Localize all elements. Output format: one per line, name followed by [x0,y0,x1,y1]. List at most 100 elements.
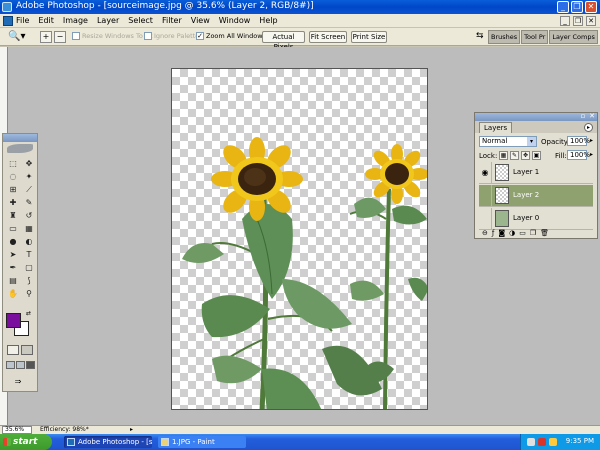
eyedropper-icon[interactable]: ⟆ [22,275,36,287]
fill-slider-arrow-icon[interactable]: ▸ [588,150,595,160]
palette-minimize-button[interactable]: ▫ [579,113,587,121]
layer-visibility-toggle[interactable]: ◉ [479,162,492,184]
delete-layer-icon[interactable]: 🗑 [540,228,549,238]
link-layers-icon[interactable]: ⊖ [482,228,488,238]
dodge-icon[interactable]: ◐ [22,236,36,248]
actual-pixels-button[interactable]: Actual Pixels [262,31,305,51]
tray-security-icon[interactable] [538,438,546,446]
tray-volume-icon[interactable] [549,438,557,446]
restore-button[interactable]: ❐ [571,1,583,13]
type-icon[interactable]: T [22,249,36,261]
feather-logo-icon[interactable] [7,144,33,153]
menu-filter[interactable]: Filter [162,16,182,25]
path-selection-icon[interactable]: ➤ [6,249,20,261]
opacity-slider-arrow-icon[interactable]: ▸ [588,136,595,146]
opacity-field[interactable]: 100% [567,136,590,146]
status-menu-arrow-icon[interactable]: ▸ [130,426,133,433]
menu-edit[interactable]: Edit [38,16,54,25]
layer-row-layer-1[interactable]: ◉ Layer 1 [479,162,593,184]
palette-close-button[interactable]: ✕ [588,113,596,121]
new-group-icon[interactable]: ▭ [519,228,526,238]
document-icon[interactable] [3,16,13,26]
start-button[interactable]: start [0,434,52,450]
menu-image[interactable]: Image [63,16,88,25]
standard-screen-mode-icon[interactable] [6,361,15,369]
layer-visibility-toggle[interactable] [479,208,492,230]
menu-select[interactable]: Select [128,16,153,25]
zoom-out-icon[interactable]: − [54,31,66,43]
palette-menu-icon[interactable]: ▸ [584,123,593,132]
magic-wand-icon[interactable]: ✦ [22,171,36,183]
resize-windows-checkbox[interactable]: Resize Windows To Fit [72,32,153,40]
minimize-button[interactable]: _ [557,1,569,13]
layer-visibility-toggle[interactable] [479,185,492,207]
taskbar-item-paint[interactable]: 1.JPG - Paint [158,436,246,448]
chevron-down-icon[interactable]: ▾ [527,137,536,146]
new-layer-icon[interactable]: ❐ [530,228,536,238]
layer-comps-tab[interactable]: Layer Comps [549,30,598,44]
zoom-level-field[interactable]: 35.6% [2,426,32,434]
close-button[interactable]: ✕ [585,1,597,13]
full-screen-menu-mode-icon[interactable] [16,361,25,369]
slice-icon[interactable]: ⟋ [22,184,36,196]
brush-icon[interactable]: ✎ [22,197,36,209]
resize-windows-box[interactable] [72,32,80,40]
layer-mask-icon[interactable]: ◙ [498,228,505,238]
healing-brush-icon[interactable]: ✚ [6,197,20,209]
document-canvas[interactable] [171,68,428,410]
eraser-icon[interactable]: ▭ [6,223,20,235]
lock-image-icon[interactable]: ✎ [510,151,519,160]
photoshop-app-icon[interactable] [2,2,12,12]
pen-icon[interactable]: ✒ [6,262,20,274]
layer-style-icon[interactable]: ƒ [492,228,494,238]
ignore-palettes-box[interactable] [144,32,152,40]
shape-icon[interactable]: ▢ [22,262,36,274]
menu-layer[interactable]: Layer [97,16,119,25]
history-brush-icon[interactable]: ↺ [22,210,36,222]
lock-transparency-icon[interactable]: ▦ [499,151,508,160]
taskbar-item-photoshop[interactable]: Adobe Photoshop - [s... [64,436,152,448]
blur-icon[interactable]: ● [6,236,20,248]
crop-icon[interactable]: ⊞ [6,184,20,196]
menu-view[interactable]: View [191,16,210,25]
layer-row-layer-2[interactable]: Layer 2 [479,185,593,207]
lock-all-icon[interactable]: ▣ [532,151,541,160]
tools-palette-titlebar[interactable] [3,134,37,142]
zoom-in-icon[interactable]: + [40,31,52,43]
notes-icon[interactable]: ▤ [6,275,20,287]
blend-mode-select[interactable]: Normal ▾ [479,136,537,147]
gradient-icon[interactable]: ▦ [22,223,36,235]
zoom-all-windows-checkbox[interactable]: ✓ Zoom All Windows [196,32,266,40]
clone-stamp-icon[interactable]: ♜ [6,210,20,222]
foreground-color-swatch[interactable] [6,313,21,328]
tool-presets-tab[interactable]: Tool Pr [521,30,549,44]
zoom-all-windows-box[interactable]: ✓ [196,32,204,40]
lasso-icon[interactable]: ◌ [6,171,20,183]
zoom-tool-preset-icon[interactable]: 🔍▾ [8,31,28,43]
full-screen-mode-icon[interactable] [26,361,35,369]
zoom-icon[interactable]: ⚲ [22,288,36,300]
document-restore-button[interactable]: ❐ [573,16,583,26]
quick-mask-mode-icon[interactable] [21,345,33,355]
layers-tab[interactable]: Layers [479,122,513,133]
print-size-button[interactable]: Print Size [351,31,387,43]
ignore-palettes-checkbox[interactable]: Ignore Palettes [144,32,203,40]
marquee-icon[interactable]: ⬚ [6,158,20,170]
document-close-button[interactable]: ✕ [586,16,596,26]
lock-position-icon[interactable]: ✥ [521,151,530,160]
layer-row-layer-0[interactable]: Layer 0 [479,208,593,230]
swap-colors-icon[interactable]: ⇄ [26,310,31,317]
layers-palette-titlebar[interactable]: ▫ ✕ [475,113,597,121]
fit-screen-button[interactable]: Fit Screen [309,31,347,43]
move-icon[interactable]: ✥ [22,158,36,170]
jump-to-imageready-icon[interactable]: ⇒ [8,377,28,387]
adjustment-layer-icon[interactable]: ◑ [509,228,515,238]
standard-mode-icon[interactable] [7,345,19,355]
menu-file[interactable]: File [16,16,29,25]
hand-icon[interactable]: ✋ [6,288,20,300]
palette-well-icon[interactable]: ⇆ [476,31,488,43]
tray-network-icon[interactable] [527,438,535,446]
brushes-tab[interactable]: Brushes [488,30,521,44]
menu-window[interactable]: Window [219,16,251,25]
fill-field[interactable]: 100% [567,150,590,160]
